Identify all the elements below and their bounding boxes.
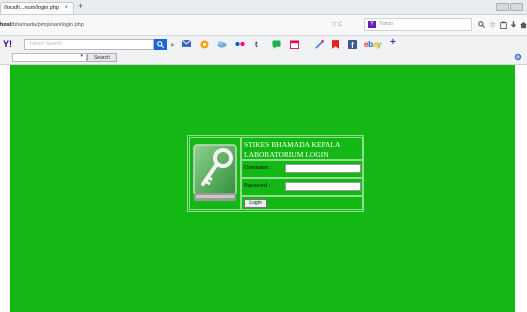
page-content: STIKES BHAMADA KEPALA LABORATORIUM LOGIN… xyxy=(10,65,515,312)
login-button-row: Login xyxy=(241,196,363,210)
add-icon[interactable]: + xyxy=(390,38,396,48)
browser-tab[interactable]: /localh...num/login.php × xyxy=(0,2,74,14)
minimize-button[interactable] xyxy=(496,3,509,11)
tab-bar: /localh...num/login.php × + xyxy=(0,0,527,15)
facebook-icon[interactable]: f xyxy=(348,40,357,52)
close-window-button[interactable] xyxy=(510,3,523,11)
ebay-logo[interactable]: ebay xyxy=(364,40,381,49)
login-title: STIKES BHAMADA KEPALA LABORATORIUM LOGIN xyxy=(241,137,363,160)
navigation-bar: host/bhamada/pimpinan/login.php ▽ C Y Ya… xyxy=(0,15,527,36)
tab-title: /localh...num/login.php xyxy=(4,5,60,11)
download-icon[interactable] xyxy=(510,21,517,31)
username-input[interactable] xyxy=(285,164,361,173)
url-path: /bhamada/pimpinan/login.php xyxy=(11,22,84,28)
browser-search-placeholder: Yahoo xyxy=(379,21,394,27)
login-title-line2: LABORATORIUM LOGIN xyxy=(244,149,329,159)
flickr-icon[interactable] xyxy=(235,40,245,50)
toolbar-search-input[interactable]: Yahoo! Search xyxy=(24,39,154,50)
weather-icon[interactable] xyxy=(217,40,227,51)
bookmark-icon[interactable] xyxy=(332,40,339,52)
ebay-letter-y: y xyxy=(376,40,382,49)
search-go-icon[interactable] xyxy=(154,39,167,50)
chevron-right-icon[interactable]: ▸ xyxy=(171,40,175,50)
username-label: Username : xyxy=(244,165,272,171)
new-tab-button[interactable]: + xyxy=(78,1,83,11)
calendar-icon[interactable] xyxy=(290,40,299,52)
password-label: Password : xyxy=(244,183,271,189)
username-row: Username : xyxy=(241,160,363,178)
home-icon[interactable] xyxy=(520,21,527,31)
password-input[interactable] xyxy=(285,182,361,191)
toolbar-search-button[interactable]: Search xyxy=(87,53,117,62)
star-icon[interactable]: ☆ xyxy=(489,21,496,29)
reload-icon[interactable]: ▽ C xyxy=(332,21,343,28)
browser-search-input[interactable]: Y Yahoo xyxy=(364,18,472,31)
chevron-down-icon: ▾ xyxy=(80,53,83,59)
login-button[interactable]: Login xyxy=(244,199,267,208)
yahoo-toolbar: Y! Yahoo! Search ▸ t f ebay + ▾ Search xyxy=(0,36,527,65)
yahoo-engine-icon: Y xyxy=(368,21,376,28)
login-image-cell xyxy=(189,137,241,210)
clipboard-icon[interactable] xyxy=(500,21,507,31)
aol-icon[interactable] xyxy=(200,40,209,52)
settings-icon[interactable] xyxy=(514,53,522,63)
answers-icon[interactable] xyxy=(272,40,281,52)
url-host: host xyxy=(0,22,12,28)
tumblr-icon[interactable]: t xyxy=(255,40,258,50)
login-title-line1: STIKES BHAMADA KEPALA xyxy=(244,140,341,149)
tab-close-icon[interactable]: × xyxy=(64,3,68,14)
toolbar-search-placeholder: Yahoo! Search xyxy=(29,41,62,47)
paint-icon[interactable] xyxy=(315,40,324,52)
search-icon[interactable] xyxy=(478,21,486,30)
svg-text:f: f xyxy=(351,41,354,49)
yahoo-logo[interactable]: Y! xyxy=(3,39,12,49)
url-bar[interactable]: host/bhamada/pimpinan/login.php xyxy=(0,22,84,28)
login-table: STIKES BHAMADA KEPALA LABORATORIUM LOGIN… xyxy=(187,135,364,212)
toolbar-dropdown[interactable]: ▾ xyxy=(12,53,87,62)
password-row: Password : xyxy=(241,178,363,196)
key-icon xyxy=(193,144,237,201)
mail-icon[interactable] xyxy=(181,39,192,50)
